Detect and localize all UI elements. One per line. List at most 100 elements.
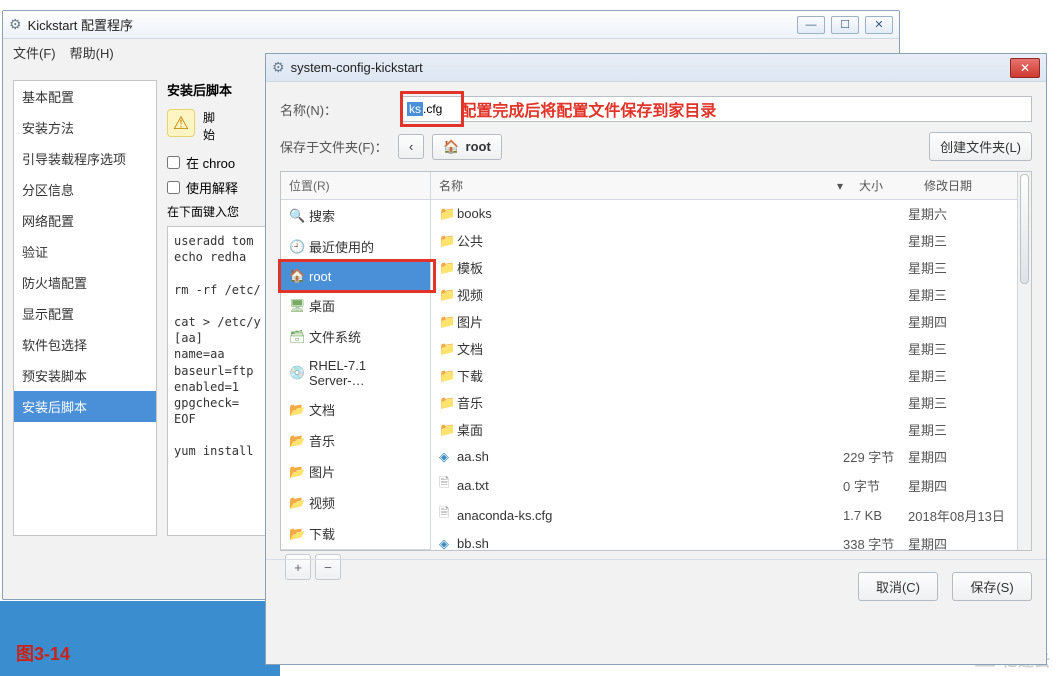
filename-input[interactable]: ks.cfg 配置完成后将配置文件保存到家目录 [400, 96, 1032, 122]
folder-icon: 📁 [439, 233, 457, 249]
filename-rest: .cfg [423, 102, 442, 116]
warning-line2: 始 [203, 126, 215, 143]
file-name: aa.txt [457, 478, 843, 493]
place-icon: 🗃 [289, 329, 303, 345]
place-icon: 📂 [289, 526, 303, 542]
place-item[interactable]: 🗃文件系统 [281, 321, 430, 352]
place-label: 文档 [309, 400, 335, 419]
place-icon: 📂 [289, 464, 303, 480]
file-date: 星期六 [908, 204, 1023, 223]
menu-file[interactable]: 文件(F) [13, 43, 56, 62]
folder-icon: 📁 [439, 368, 457, 384]
path-back-button[interactable]: ‹ [398, 134, 424, 159]
maximize-button[interactable]: ☐ [831, 16, 859, 34]
place-label: root [309, 269, 331, 284]
file-row[interactable]: 📁模板星期三 [431, 254, 1031, 281]
sidebar-item[interactable]: 分区信息 [14, 174, 156, 205]
sidebar-item[interactable]: 软件包选择 [14, 329, 156, 360]
sidebar-item[interactable]: 安装后脚本 [14, 391, 156, 422]
file-row[interactable]: ◈bb.sh338 字节星期四 [431, 530, 1031, 550]
create-folder-button[interactable]: 创建文件夹(L) [929, 132, 1032, 161]
sidebar-item[interactable]: 验证 [14, 236, 156, 267]
file-list-header: 名称▾ 大小 修改日期 [431, 172, 1031, 200]
place-label: 音乐 [309, 431, 335, 450]
file-name: 下载 [457, 366, 843, 385]
save-dialog: ⚙ system-config-kickstart ✕ 名称(N)： ks.cf… [265, 53, 1047, 665]
save-dialog-body: 名称(N)： ks.cfg 配置完成后将配置文件保存到家目录 保存于文件夹(F)… [266, 82, 1046, 559]
script-icon: ◈ [439, 536, 457, 551]
place-item[interactable]: 📂音乐 [281, 425, 430, 456]
file-row[interactable]: 🗎anaconda-ks.cfg1.7 KB2018年08月13日 [431, 500, 1031, 530]
place-item[interactable]: 💿RHEL-7.1 Server-… [281, 352, 430, 394]
place-icon: 🔍 [289, 208, 303, 224]
file-row[interactable]: 📁音乐星期三 [431, 389, 1031, 416]
folder-label: 保存于文件夹(F)： [280, 137, 390, 156]
place-item[interactable]: 🔍搜索 [281, 200, 430, 231]
column-date-header[interactable]: 修改日期 [916, 172, 1031, 199]
places-list: 🔍搜索🕘最近使用的 🏠 root 🖥桌面🗃文件系统💿RHEL-7.1 Server-…… [281, 200, 430, 549]
place-icon: 🏠 [289, 268, 303, 284]
file-name: bb.sh [457, 536, 843, 550]
folder-icon: 📁 [439, 260, 457, 276]
file-size: 0 字节 [843, 476, 908, 495]
column-name-header[interactable]: 名称▾ [431, 172, 851, 199]
sidebar-item[interactable]: 防火墙配置 [14, 267, 156, 298]
path-crumb-root[interactable]: 🏠root [432, 134, 501, 160]
file-name: 公共 [457, 231, 843, 250]
place-item[interactable]: 📂图片 [281, 456, 430, 487]
file-name: 模板 [457, 258, 843, 277]
file-date: 星期四 [908, 447, 1023, 466]
file-row[interactable]: 📁下载 星期三 [431, 362, 1031, 389]
file-date: 星期三 [908, 366, 1023, 385]
file-date: 2018年08月13日 [908, 506, 1023, 525]
minimize-button[interactable]: — [797, 16, 825, 34]
file-name: books [457, 206, 843, 221]
path-crumb-label: root [466, 139, 491, 154]
chroot-label: 在 chroo [186, 153, 235, 172]
file-row[interactable]: 📁公共星期三 [431, 227, 1031, 254]
cancel-button-label: 取消(C) [876, 577, 920, 596]
warning-text: 脚 始 [203, 109, 215, 143]
place-item[interactable]: 🖥桌面 [281, 290, 430, 321]
file-row[interactable]: 📁视频星期三 [431, 281, 1031, 308]
chevron-left-icon: ‹ [409, 139, 413, 154]
file-list-scrollbar[interactable] [1017, 172, 1031, 550]
sidebar-item[interactable]: 预安装脚本 [14, 360, 156, 391]
sort-caret-icon: ▾ [837, 179, 843, 193]
column-size-header[interactable]: 大小 [851, 172, 916, 199]
sidebar-item[interactable]: 引导装载程序选项 [14, 143, 156, 174]
cancel-button[interactable]: 取消(C) [858, 572, 938, 601]
save-button[interactable]: 保存(S) [952, 572, 1032, 601]
file-row[interactable]: 📁图片星期四 [431, 308, 1031, 335]
file-row[interactable]: 📁桌面星期三 [431, 416, 1031, 443]
dialog-close-button[interactable]: ✕ [1010, 58, 1040, 78]
menu-help[interactable]: 帮助(H) [70, 43, 114, 62]
file-row[interactable]: 📁文档星期三 [431, 335, 1031, 362]
place-item[interactable]: 🕘最近使用的 [281, 231, 430, 262]
sidebar-item[interactable]: 显示配置 [14, 298, 156, 329]
file-date: 星期三 [908, 285, 1023, 304]
sidebar-item[interactable]: 安装方法 [14, 112, 156, 143]
place-item[interactable]: 📂视频 [281, 487, 430, 518]
sidebar-item[interactable]: 基本配置 [14, 81, 156, 112]
place-item[interactable]: 🏠 root [281, 262, 430, 290]
place-label: 视频 [309, 493, 335, 512]
annotation-text: 配置完成后将配置文件保存到家目录 [460, 97, 716, 121]
file-row[interactable]: 🗎aa.txt0 字节星期四 [431, 470, 1031, 500]
chroot-checkbox[interactable] [167, 156, 180, 169]
place-item[interactable]: 📂文档 [281, 394, 430, 425]
file-row[interactable]: 📁books星期六 [431, 200, 1031, 227]
close-button[interactable]: ✕ [865, 16, 893, 34]
file-name: 桌面 [457, 420, 843, 439]
file-name: 音乐 [457, 393, 843, 412]
file-size: 1.7 KB [843, 508, 908, 523]
file-date: 星期三 [908, 393, 1023, 412]
place-label: 桌面 [309, 296, 335, 315]
file-rows: 📁books星期六📁公共星期三📁模板星期三📁视频星期三📁图片星期四📁文档星期三📁… [431, 200, 1031, 550]
sidebar-item[interactable]: 网络配置 [14, 205, 156, 236]
file-name: anaconda-ks.cfg [457, 508, 843, 523]
scrollbar-thumb[interactable] [1020, 174, 1029, 284]
place-item[interactable]: 📂下载 [281, 518, 430, 549]
file-row[interactable]: ◈aa.sh229 字节星期四 [431, 443, 1031, 470]
interpret-checkbox[interactable] [167, 181, 180, 194]
